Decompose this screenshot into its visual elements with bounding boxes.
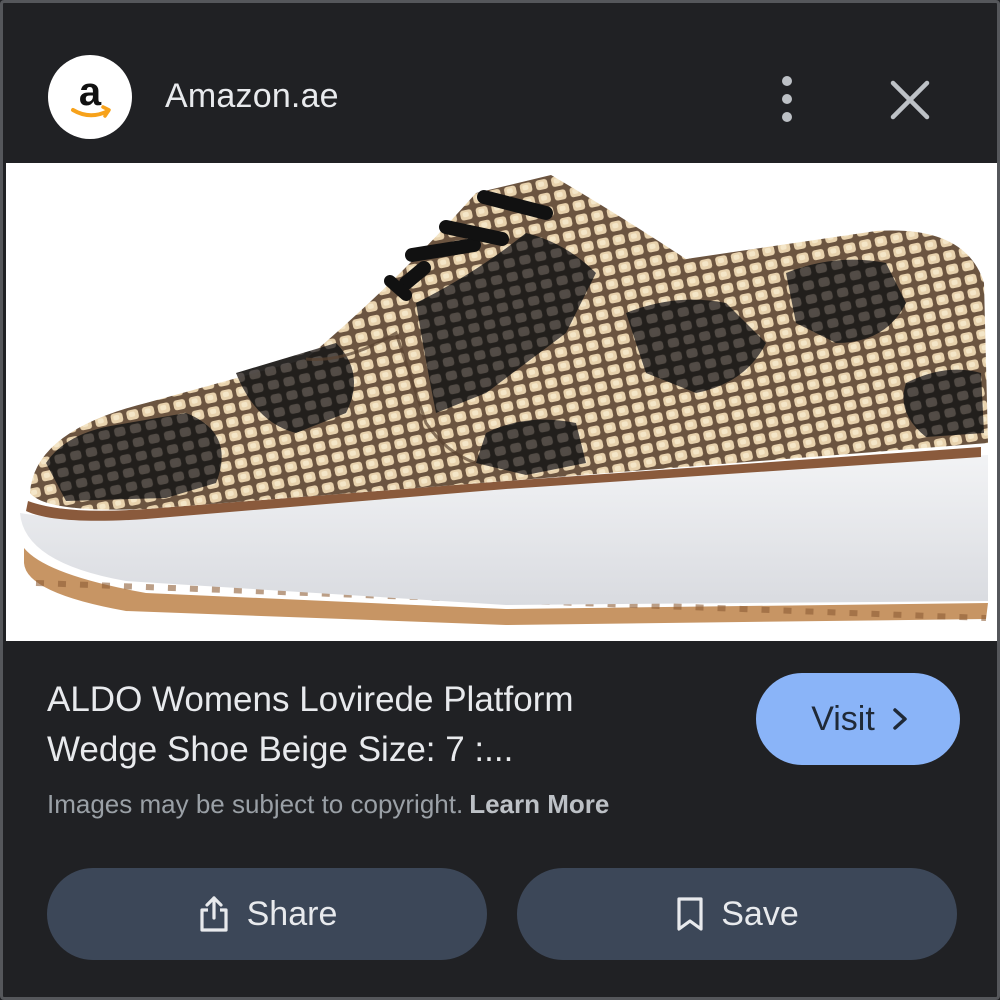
share-button-label: Share <box>246 894 338 933</box>
copyright-notice: Images may be subject to copyright. Learn… <box>47 789 609 820</box>
site-logo[interactable]: a <box>48 55 132 139</box>
preview-header: a Amazon.ae <box>3 3 997 163</box>
chevron-right-icon <box>893 708 907 730</box>
share-button[interactable]: Share <box>47 868 487 960</box>
more-options-button[interactable] <box>765 71 809 127</box>
amazon-logo-icon: a <box>71 70 111 118</box>
image-preview-panel: a Amazon.ae ALDO Womens Lovirede Platfor… <box>0 0 1000 1000</box>
close-icon <box>890 80 930 120</box>
more-vert-icon <box>782 76 792 122</box>
bookmark-icon <box>677 897 703 931</box>
product-title[interactable]: ALDO Womens Lovirede Platform Wedge Shoe… <box>47 675 727 775</box>
save-button-label: Save <box>721 894 799 933</box>
save-button[interactable]: Save <box>517 868 957 960</box>
visit-button[interactable]: Visit <box>756 673 960 765</box>
learn-more-link[interactable]: Learn More <box>469 789 609 819</box>
shoe-illustration <box>20 175 988 625</box>
visit-button-label: Visit <box>811 699 875 738</box>
share-icon <box>200 896 228 932</box>
svg-text:a: a <box>79 70 102 114</box>
copyright-text: Images may be subject to copyright. <box>47 789 464 819</box>
site-name[interactable]: Amazon.ae <box>165 77 339 116</box>
close-button[interactable] <box>883 73 937 127</box>
product-image[interactable] <box>6 163 997 641</box>
